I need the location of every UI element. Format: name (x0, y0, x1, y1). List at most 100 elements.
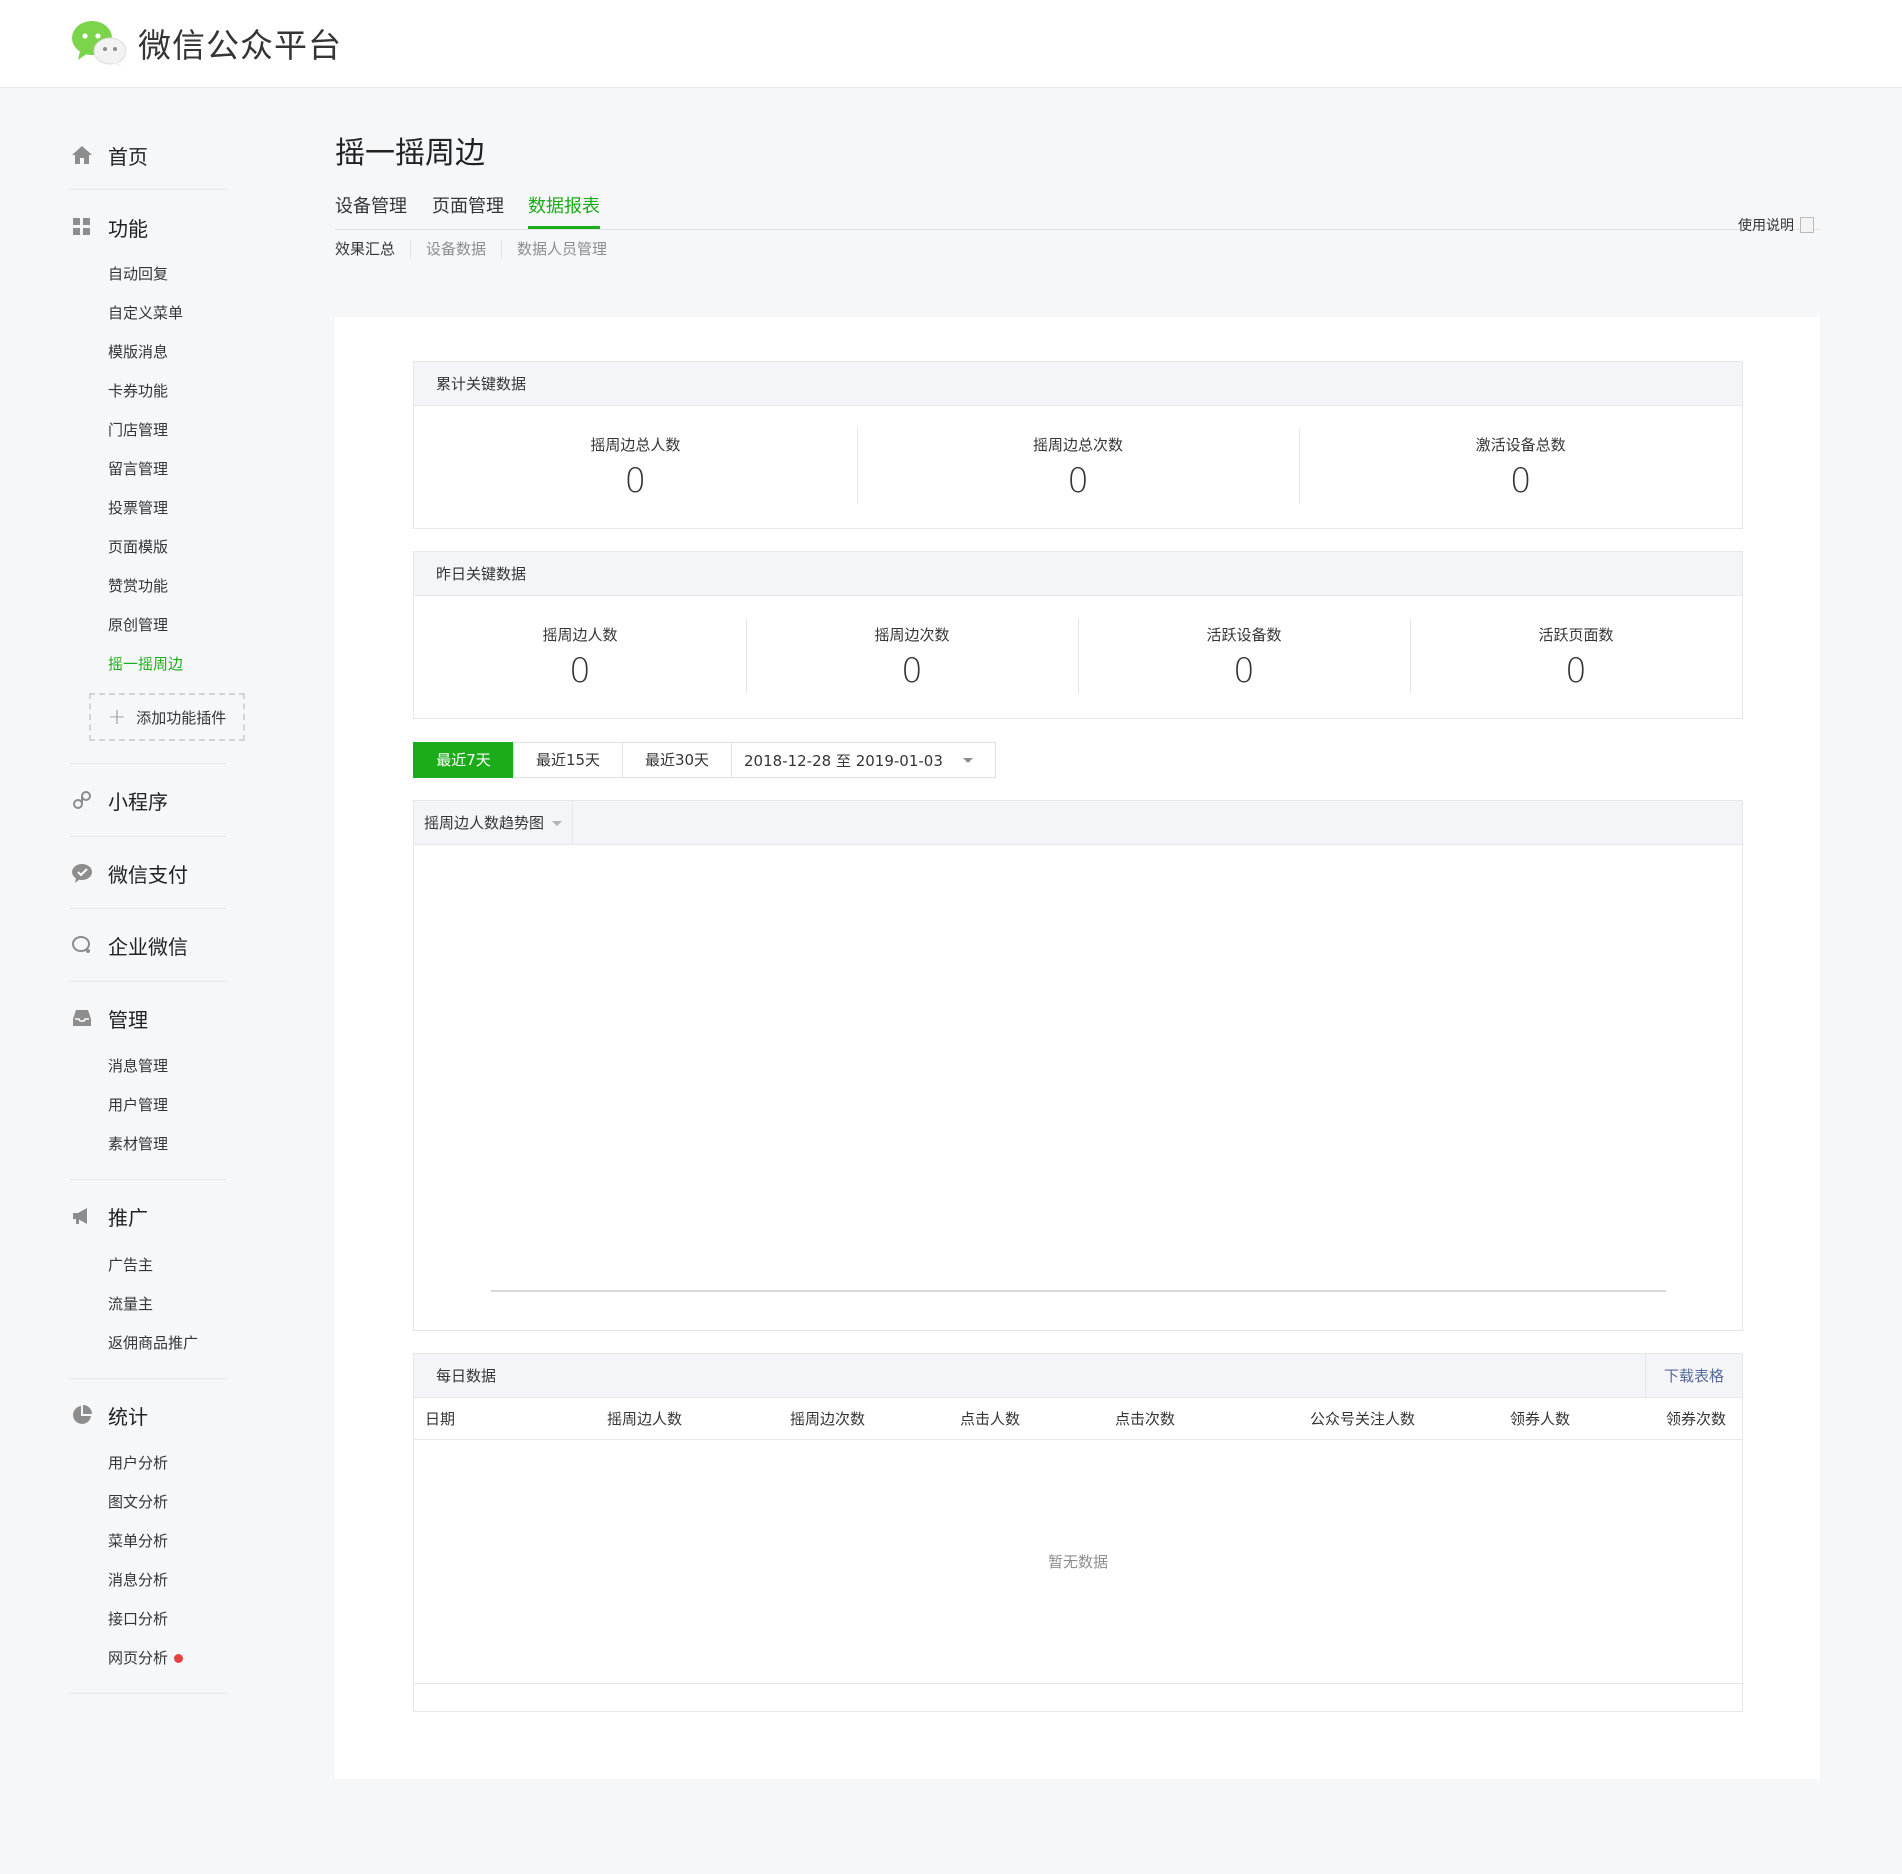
chart-metric-label: 摇周边人数趋势图 (424, 814, 545, 832)
sidebar-item-article-analysis[interactable]: 图文分析 (108, 1491, 168, 1512)
trend-chart-panel: 摇周边人数趋势图 (413, 800, 1743, 1331)
sub-tabs: 效果汇总 设备数据 数据人员管理 (335, 240, 622, 258)
download-table-link[interactable]: 下载表格 (1644, 1354, 1742, 1398)
sidebar-item-message-analysis[interactable]: 消息分析 (108, 1569, 168, 1590)
table-footer (414, 1684, 1742, 1711)
sidebar-section-manage[interactable]: 管理 (70, 998, 226, 1038)
sidebar-item-reward[interactable]: 赞赏功能 (108, 575, 168, 596)
sidebar-item-original[interactable]: 原创管理 (108, 614, 168, 635)
column-header: 领券次数 (1666, 1410, 1727, 1428)
wechat-logo-icon (70, 18, 128, 68)
divider (70, 1693, 226, 1694)
divider (70, 836, 226, 837)
sidebar-item-label: 企业微信 (108, 934, 188, 959)
sidebar-item-users[interactable]: 用户管理 (108, 1094, 168, 1115)
empty-state: 暂无数据 (414, 1440, 1742, 1684)
chart-x-axis (491, 1290, 1666, 1292)
subtab-data-staff[interactable]: 数据人员管理 (501, 240, 622, 258)
sidebar-item-shake[interactable]: 摇一摇周边 (108, 653, 183, 674)
sidebar-item-stores[interactable]: 门店管理 (108, 419, 168, 440)
range-7-days-button[interactable]: 最近7天 (413, 742, 514, 778)
sidebar-section-features[interactable]: 功能 (70, 207, 226, 247)
report-card: 累计关键数据 摇周边总人数 0 摇周边总次数 0 激活设备总数 0 昨日关键数据… (335, 317, 1820, 1779)
date-range-picker[interactable]: 2018-12-28 至 2019-01-03 (731, 742, 996, 778)
panel-title: 昨日关键数据 (414, 552, 1742, 596)
sidebar-item-coupons[interactable]: 卡券功能 (108, 380, 168, 401)
kpi-label: 活跃页面数 (1538, 626, 1614, 644)
kpi-value: 0 (1233, 651, 1255, 691)
kpi-value: 0 (624, 461, 647, 501)
daily-data-panel: 每日数据 下载表格 日期 摇周边人数 摇周边次数 点击人数 点击次数 公众号关注… (413, 1353, 1743, 1712)
sidebar-item-comments[interactable]: 留言管理 (108, 458, 168, 479)
logo[interactable]: 微信公众平台 (70, 18, 342, 68)
sidebar-item-commission[interactable]: 返佣商品推广 (108, 1332, 198, 1353)
tab-device-management[interactable]: 设备管理 (335, 192, 407, 218)
sidebar-item-auto-reply[interactable]: 自动回复 (108, 263, 168, 284)
page-title: 摇一摇周边 (335, 136, 485, 171)
sidebar-item-publisher[interactable]: 流量主 (108, 1293, 153, 1314)
sidebar-item-home[interactable]: 首页 (70, 135, 226, 175)
sidebar-item-miniprogram[interactable]: 小程序 (70, 780, 226, 820)
sidebar-item-votes[interactable]: 投票管理 (108, 497, 168, 518)
help-link[interactable]: 使用说明 (1738, 215, 1814, 235)
divider (70, 908, 226, 909)
sidebar-item-template-message[interactable]: 模版消息 (108, 341, 168, 362)
miniprogram-icon (70, 788, 94, 812)
column-header: 点击人数 (960, 1410, 1021, 1428)
range-15-days-button[interactable]: 最近15天 (513, 742, 623, 778)
chevron-down-icon (552, 820, 563, 826)
column-header: 摇周边人数 (607, 1410, 683, 1428)
wxpay-icon (70, 861, 94, 885)
kpi-label: 活跃设备数 (1206, 626, 1282, 644)
kpi-users: 摇周边人数 0 (414, 596, 746, 718)
cumulative-panel: 累计关键数据 摇周边总人数 0 摇周边总次数 0 激活设备总数 0 (413, 361, 1743, 529)
sidebar-item-wxpay[interactable]: 微信支付 (70, 853, 226, 893)
help-link-label: 使用说明 (1738, 218, 1794, 234)
sidebar-item-work-wechat[interactable]: 企业微信 (70, 925, 226, 965)
inbox-icon (70, 1006, 94, 1030)
kpi-active-pages: 活跃页面数 0 (1410, 596, 1742, 718)
sidebar-item-custom-menu[interactable]: 自定义菜单 (108, 302, 183, 323)
range-30-days-button[interactable]: 最近30天 (622, 742, 732, 778)
sidebar-item-api-analysis[interactable]: 接口分析 (108, 1608, 168, 1629)
sidebar-item-messages[interactable]: 消息管理 (108, 1055, 168, 1076)
sidebar-item-user-analysis[interactable]: 用户分析 (108, 1452, 168, 1473)
kpi-total-users: 摇周边总人数 0 (414, 406, 857, 528)
divider (70, 981, 226, 982)
kpi-value: 0 (569, 651, 591, 691)
table-header: 日期 摇周边人数 摇周边次数 点击人数 点击次数 公众号关注人数 领券人数 领券… (414, 1398, 1742, 1440)
megaphone-icon (70, 1204, 94, 1228)
app-title: 微信公众平台 (138, 26, 342, 65)
home-icon (70, 143, 94, 167)
column-header: 摇周边次数 (790, 1410, 866, 1428)
add-plugin-button[interactable]: + 添加功能插件 (89, 693, 245, 741)
kpi-value: 0 (1067, 461, 1089, 501)
sidebar-item-label: 网页分析 (108, 1649, 169, 1667)
panel-title: 每日数据 (436, 1367, 497, 1385)
kpi-active-devices-total: 激活设备总数 0 (1299, 406, 1742, 528)
tab-data-report[interactable]: 数据报表 (528, 192, 600, 218)
sidebar-item-web-analysis[interactable]: 网页分析 (108, 1647, 184, 1668)
sidebar-item-menu-analysis[interactable]: 菜单分析 (108, 1530, 168, 1551)
sidebar-section-label: 统计 (108, 1404, 148, 1429)
tab-page-management[interactable]: 页面管理 (432, 192, 504, 218)
grid-icon (70, 215, 94, 239)
top-header: 微信公众平台 (0, 0, 1902, 88)
active-tab-indicator (528, 226, 600, 229)
chart-metric-selector[interactable]: 摇周边人数趋势图 (414, 801, 574, 845)
divider (70, 1179, 226, 1180)
subtab-summary[interactable]: 效果汇总 (335, 240, 410, 258)
sidebar-item-advertiser[interactable]: 广告主 (108, 1254, 153, 1275)
sidebar-section-stats[interactable]: 统计 (70, 1395, 226, 1435)
subtab-device-data[interactable]: 设备数据 (410, 240, 501, 258)
sidebar-section-promote[interactable]: 推广 (70, 1196, 226, 1236)
sidebar-item-materials[interactable]: 素材管理 (108, 1133, 168, 1154)
main-tabs: 设备管理 页面管理 数据报表 (335, 190, 1820, 230)
sidebar-item-page-template[interactable]: 页面模版 (108, 536, 168, 557)
pie-chart-icon (70, 1403, 94, 1427)
kpi-label: 摇周边总人数 (590, 436, 681, 454)
divider (70, 189, 226, 190)
kpi-active-devices: 活跃设备数 0 (1078, 596, 1410, 718)
chart-area (414, 845, 1742, 1330)
divider (70, 763, 226, 764)
